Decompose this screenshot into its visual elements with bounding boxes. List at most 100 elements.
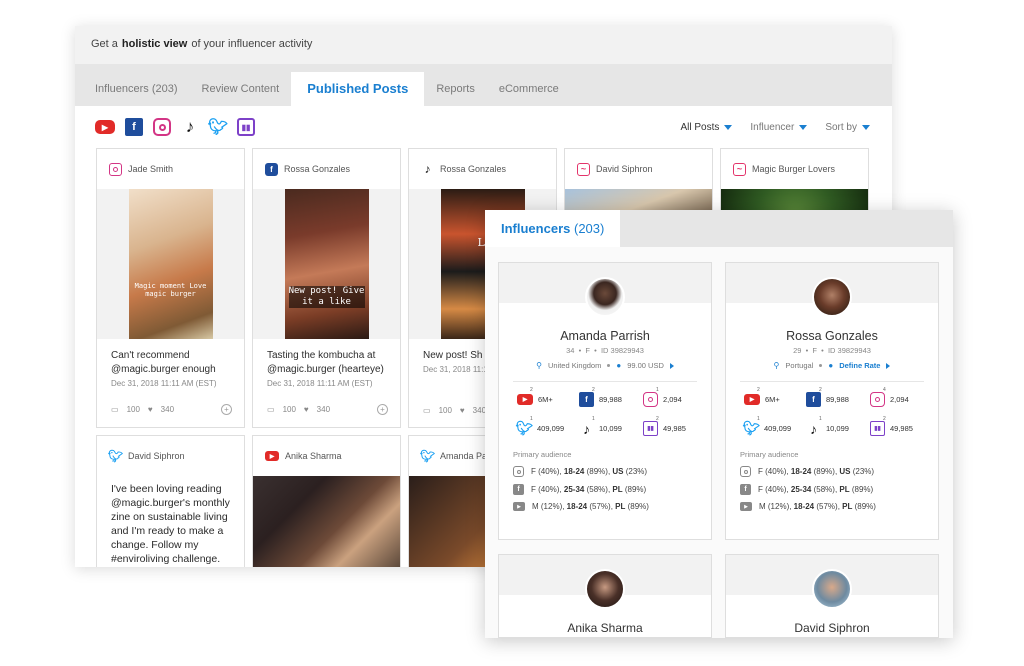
social-stats: ▶ 2 6M+ f 2 89,988 4 2,094 🐦︎ 1 409,099 ♪ 1 10,09… — [742, 387, 913, 437]
instagram-icon — [740, 466, 751, 477]
tab-influencers-panel[interactable]: Influencers (203) — [485, 210, 621, 247]
like-count: 340 — [316, 405, 331, 414]
facebook-icon: f — [513, 484, 524, 495]
influencer-card[interactable]: Amanda Parrish 34 • F • ID 39829943 ⚲ Un… — [498, 262, 712, 540]
panel-tab-row: Influencers (203) — [485, 210, 953, 247]
youtube-icon: ▶ — [744, 394, 760, 405]
post-author: Rossa Gonzales — [440, 164, 507, 174]
influencers-panel: Influencers (203) Amanda Parrish 34 • F … — [485, 210, 953, 638]
influencer-dropdown[interactable]: Influencer — [750, 122, 808, 133]
location: Portugal — [785, 361, 814, 370]
influencer-card[interactable]: David Siphron — [725, 554, 939, 638]
avatar — [812, 569, 852, 609]
twitch-icon: ▮▮ — [870, 421, 885, 436]
audience-label: Primary audience — [513, 450, 572, 459]
tiktok-icon: ♪ — [810, 420, 817, 437]
coins-icon: ● — [828, 361, 834, 370]
filter-bar: All Posts Influencer Sort by — [680, 122, 870, 133]
twitter-filter-icon[interactable]: 🐦︎ — [208, 118, 228, 136]
post-stats: ▭ 100 ♥ 340 + — [267, 404, 388, 415]
influencer-name[interactable]: Amanda Parrish — [499, 329, 711, 343]
instagram-icon — [109, 162, 122, 176]
post-author: David Siphron — [128, 451, 185, 461]
post-header: ♪ Rossa Gonzales — [409, 149, 556, 189]
chevron-right-icon — [886, 362, 891, 369]
facebook-filter-icon[interactable]: f — [125, 118, 143, 136]
post-image-caption: New post! Give it a like — [288, 286, 365, 308]
headline: Get a holistic view of your influencer a… — [75, 26, 892, 64]
chevron-down-icon — [799, 124, 808, 130]
post-header: 🐦︎ David Siphron — [97, 436, 244, 476]
post-card[interactable]: 🐦︎ David Siphron I've been loving readin… — [96, 435, 245, 567]
coins-icon: ● — [616, 361, 622, 370]
tiktok-filter-icon[interactable]: ♪ — [181, 117, 199, 136]
post-card[interactable]: f Rossa Gonzales New post! Give it a lik… — [252, 148, 401, 428]
post-text: Can't recommend @magic.burger enough — [111, 350, 216, 375]
headline-text-end: of your influencer activity — [191, 38, 313, 50]
post-image-caption: Magic moment Love magic burger — [134, 282, 207, 298]
tab-published-posts[interactable]: Published Posts — [291, 72, 425, 106]
audience-row: F (40%), 18-24 (89%), US (23%) — [499, 459, 711, 477]
influencer-location-rate: ⚲ Portugal ● Define Rate — [726, 361, 938, 370]
youtube-icon: ▶ — [265, 451, 279, 461]
tiktok-icon: ♪ — [583, 420, 590, 437]
comment-icon: ▭ — [267, 405, 275, 414]
twitter-icon: 🐦︎ — [107, 449, 124, 463]
influencer-name[interactable]: Rossa Gonzales — [726, 329, 938, 343]
instagram-icon — [870, 392, 885, 407]
chevron-down-icon — [862, 124, 870, 130]
twitch-filter-icon[interactable]: ▮▮ — [237, 118, 255, 136]
heart-icon: ♥ — [303, 405, 309, 414]
sort-by-dropdown[interactable]: Sort by — [825, 122, 870, 133]
tab-review-content[interactable]: Review Content — [190, 72, 292, 106]
post-author: David Siphron — [596, 164, 653, 174]
facebook-icon: f — [806, 392, 821, 407]
post-author: Magic Burger Lovers — [752, 164, 836, 174]
facebook-icon: f — [579, 392, 594, 407]
post-author: Anika Sharma — [285, 451, 342, 461]
post-date: Dec 31, 2018 11:11 AM (EST) — [111, 379, 217, 388]
rate[interactable]: 99.00 USD — [627, 361, 664, 370]
avatar — [585, 569, 625, 609]
influencer-meta: 34 • F • ID 39829943 — [566, 346, 644, 355]
define-rate-link[interactable]: Define Rate — [839, 361, 880, 370]
comment-count: 100 — [282, 405, 296, 414]
influencer-name[interactable]: David Siphron — [726, 621, 938, 635]
toolbar: ▶ f ♪ 🐦︎ ▮▮ All Posts Influencer Sort by — [75, 106, 892, 148]
add-icon[interactable]: + — [377, 404, 388, 415]
social-stats: ▶ 2 6M+ f 2 89,988 1 2,094 🐦︎ 1 409,099 ♪ 1 10,09… — [515, 387, 686, 437]
post-card[interactable]: Jade Smith Magic moment Love magic burge… — [96, 148, 245, 428]
post-text: I've been loving reading @magic.burger's… — [111, 483, 230, 565]
influencer-name[interactable]: Anika Sharma — [499, 621, 711, 635]
avatar — [812, 277, 852, 317]
analytics-icon: ~ — [733, 162, 746, 176]
twitch-icon: ▮▮ — [643, 421, 658, 436]
tab-influencers[interactable]: Influencers (203) — [83, 72, 190, 106]
youtube-icon: ▶ — [517, 394, 533, 405]
post-card[interactable]: ▶ Anika Sharma — [252, 435, 401, 567]
location-pin-icon: ⚲ — [536, 361, 542, 370]
post-image: New post! Give it a like — [284, 189, 369, 339]
tab-reports[interactable]: Reports — [424, 72, 487, 106]
facebook-icon: f — [265, 162, 278, 176]
comment-count: 100 — [126, 405, 140, 414]
youtube-filter-icon[interactable]: ▶ — [95, 120, 115, 134]
post-header: ~ Magic Burger Lovers — [721, 149, 868, 189]
influencer-card[interactable]: Anika Sharma — [498, 554, 712, 638]
post-image — [253, 476, 400, 567]
twitter-icon: 🐦︎ — [419, 449, 436, 463]
all-posts-dropdown[interactable]: All Posts — [680, 122, 733, 133]
audience-row: ▶ M (12%), 18-24 (57%), PL (89%) — [726, 495, 938, 511]
facebook-icon: f — [740, 484, 751, 495]
instagram-filter-icon[interactable] — [153, 118, 171, 136]
post-image: Magic moment Love magic burger — [128, 189, 213, 339]
add-icon[interactable]: + — [221, 404, 232, 415]
heart-icon: ♥ — [459, 406, 465, 415]
post-text: Tasting the kombucha at @magic.burger (h… — [267, 350, 384, 375]
tab-ecommerce[interactable]: eCommerce — [487, 72, 571, 106]
audience-label: Primary audience — [740, 450, 799, 459]
influencer-card[interactable]: Rossa Gonzales 29 • F • ID 39829943 ⚲ Po… — [725, 262, 939, 540]
twitter-icon: 🐦︎ — [742, 420, 761, 436]
post-header: f Rossa Gonzales — [253, 149, 400, 189]
chevron-right-icon — [669, 362, 674, 369]
